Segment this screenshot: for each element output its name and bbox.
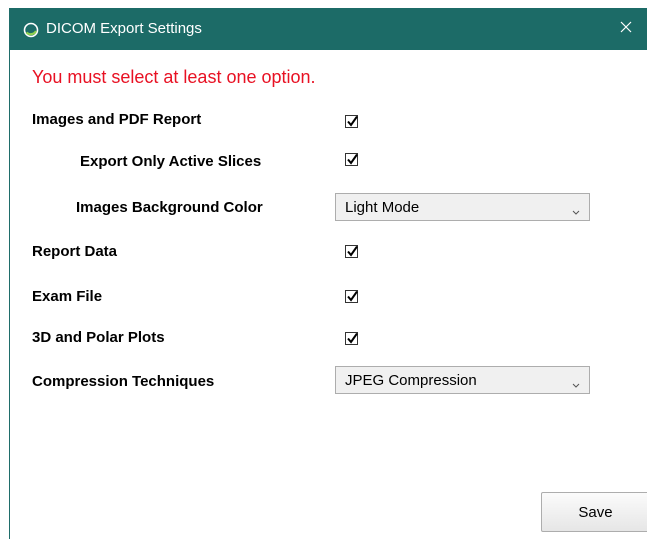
checkmark-icon [347,115,358,127]
checkmark-icon [347,290,358,302]
export-only-active-slices-checkbox[interactable] [345,153,358,166]
chevron-down-icon [572,203,580,220]
compression-techniques-label: Compression Techniques [32,373,215,390]
report-data-label: Report Data [32,243,118,260]
exam-file-checkbox[interactable] [345,290,358,303]
checkmark-icon [347,153,358,165]
images-background-color-value: Light Mode [345,199,420,216]
export-only-active-slices-label: Export Only Active Slices [80,153,262,170]
checkmark-icon [347,332,358,344]
images-background-color-label: Images Background Color [76,199,263,216]
dicom-export-settings-window: DICOM Export Settings You must select at… [9,8,647,539]
window-title: DICOM Export Settings [46,20,202,37]
chevron-down-icon [572,376,580,393]
app-logo-icon [23,22,39,38]
images-pdf-report-label: Images and PDF Report [32,111,202,128]
close-button[interactable] [605,8,647,50]
exam-file-label: Exam File [32,288,103,305]
compression-techniques-value: JPEG Compression [345,372,477,389]
images-background-color-select[interactable]: Light Mode [335,193,590,221]
save-button[interactable]: Save [541,492,647,532]
close-icon [620,20,632,38]
images-pdf-report-checkbox[interactable] [345,115,358,128]
3d-polar-plots-checkbox[interactable] [345,332,358,345]
validation-error-message: You must select at least one option. [32,67,316,87]
checkmark-icon [347,245,358,257]
3d-polar-plots-label: 3D and Polar Plots [32,329,165,346]
title-bar[interactable]: DICOM Export Settings [10,8,647,50]
compression-techniques-select[interactable]: JPEG Compression [335,366,590,394]
report-data-checkbox[interactable] [345,245,358,258]
